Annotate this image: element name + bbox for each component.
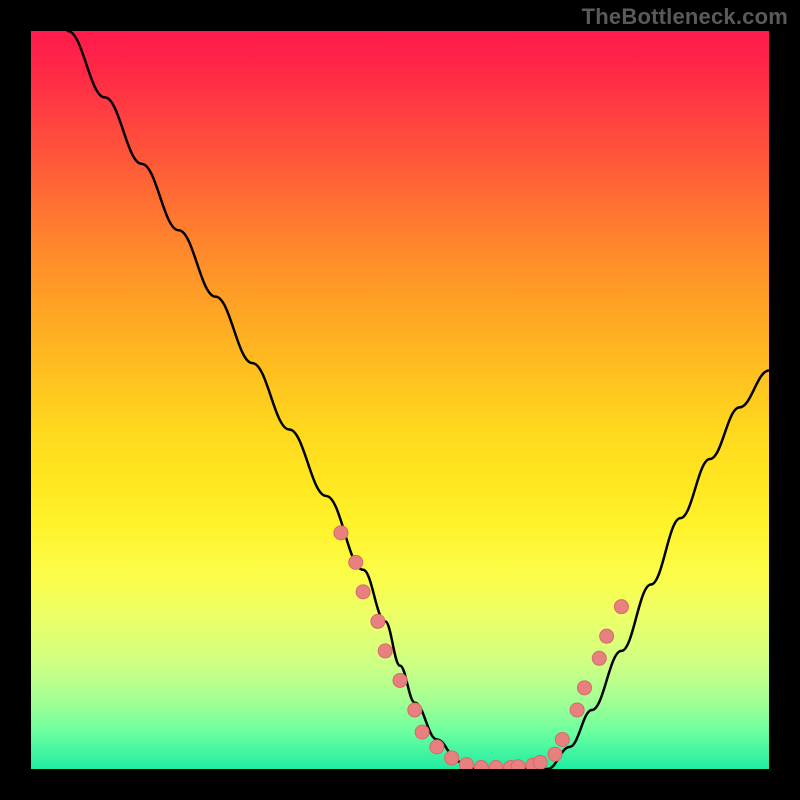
- marker-point: [614, 600, 628, 614]
- marker-point: [415, 725, 429, 739]
- marker-point: [555, 732, 569, 746]
- marker-point: [378, 644, 392, 658]
- marker-group: [334, 526, 628, 769]
- marker-point: [548, 747, 562, 761]
- series-group: [68, 31, 769, 769]
- marker-point: [334, 526, 348, 540]
- marker-point: [600, 629, 614, 643]
- marker-point: [445, 751, 459, 765]
- marker-point: [578, 681, 592, 695]
- marker-point: [408, 703, 422, 717]
- marker-point: [489, 761, 503, 769]
- marker-point: [371, 614, 385, 628]
- marker-point: [533, 755, 547, 769]
- marker-point: [592, 651, 606, 665]
- marker-point: [474, 761, 488, 769]
- marker-point: [349, 555, 363, 569]
- marker-point: [356, 585, 370, 599]
- marker-point: [511, 760, 525, 769]
- marker-point: [393, 673, 407, 687]
- marker-point: [459, 758, 473, 769]
- series-left-curve: [68, 31, 474, 769]
- marker-point: [570, 703, 584, 717]
- chart-frame: TheBottleneck.com: [0, 0, 800, 800]
- curve-layer: [31, 31, 769, 769]
- watermark-text: TheBottleneck.com: [582, 4, 788, 30]
- plot-area: [31, 31, 769, 769]
- marker-point: [430, 740, 444, 754]
